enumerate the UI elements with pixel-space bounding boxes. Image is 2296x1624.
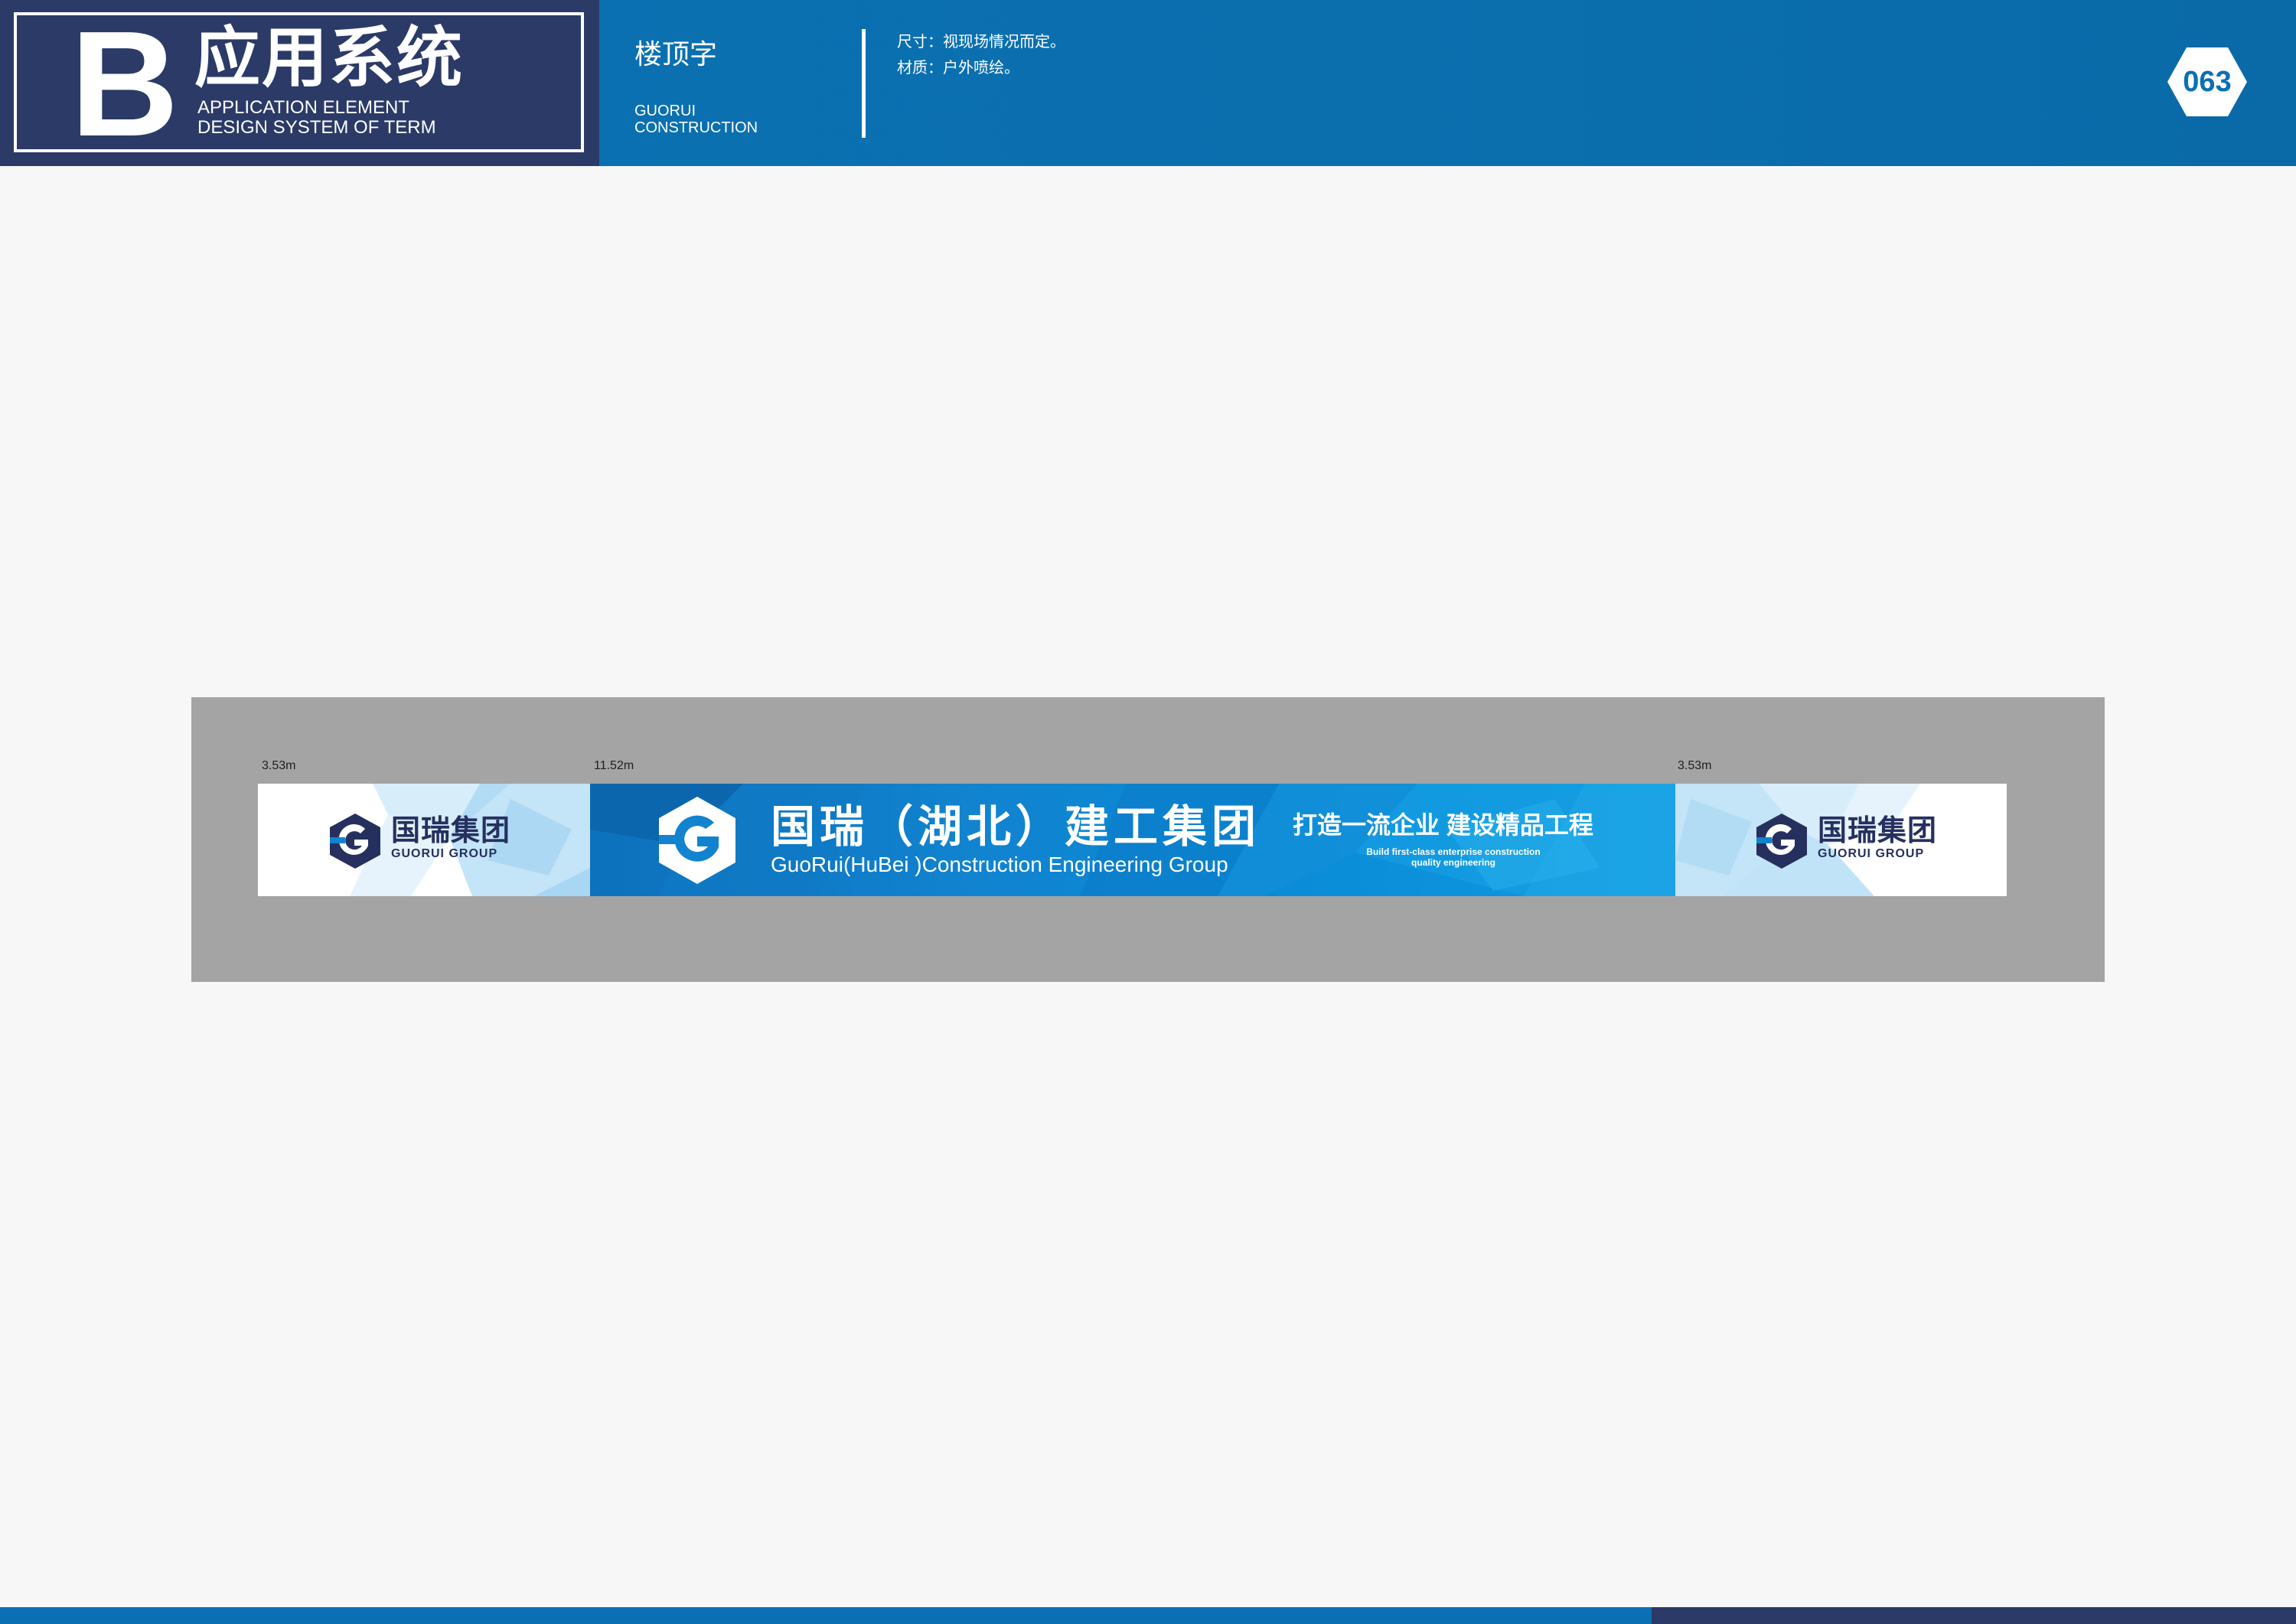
- page-header: B 应用系统 APPLICATION ELEMENT DESIGN SYSTEM…: [0, 0, 2296, 166]
- page-badge: 063: [2166, 46, 2249, 118]
- banner-left-section: 国瑞集团 GUORUI GROUP: [258, 784, 590, 896]
- banner-right-section: 国瑞集团 GUORUI GROUP: [1675, 784, 2007, 896]
- page-number: 063: [2183, 66, 2232, 98]
- hexagon-g-logo-icon: [659, 797, 735, 884]
- slogan: 打造一流企业 建设精品工程: [1293, 811, 1593, 839]
- side-logo-right: 国瑞集团 GUORUI GROUP: [1755, 812, 1946, 870]
- side-logo-subtitle: GUORUI GROUP: [391, 847, 498, 860]
- spec-size: 尺寸：视现场情况而定。: [897, 34, 1065, 51]
- dimension-label-center: 11.52m: [594, 759, 634, 772]
- brand-block: B 应用系统 APPLICATION ELEMENT DESIGN SYSTEM…: [0, 0, 599, 166]
- hexagon-g-logo-icon: [330, 814, 380, 869]
- section-title: 楼顶字: [634, 38, 718, 70]
- banner-center-section: 国瑞（湖北）建工集团 GuoRui(HuBei )Construction En…: [590, 784, 1675, 896]
- section-subtitle-line2: CONSTRUCTION: [634, 119, 758, 136]
- section-subtitle-line1: GUORUI: [634, 103, 696, 119]
- side-logo-left: 国瑞集团 GUORUI GROUP: [328, 812, 520, 870]
- hexagon-g-logo-icon: [1756, 814, 1807, 869]
- brand-title: 应用系统: [194, 21, 464, 95]
- brand-subtitle-line2: DESIGN SYSTEM OF TERM: [197, 117, 436, 138]
- footer-bar-blue: [0, 1607, 1652, 1624]
- slogan-en-line2: quality engineering: [1411, 857, 1495, 868]
- rooftop-sign-banner: 国瑞集团 GUORUI GROUP 国瑞（湖北）建工集团 GuoRui(HuBe…: [258, 784, 2007, 896]
- side-logo-name: 国瑞集团: [1818, 815, 1938, 847]
- side-logo-name: 国瑞集团: [391, 815, 511, 847]
- center-company-name-en: GuoRui(HuBei )Construction Engineering G…: [771, 853, 1228, 876]
- dimension-label-right: 3.53m: [1678, 759, 1712, 772]
- brand-letter: B: [70, 0, 179, 168]
- side-logo-subtitle: GUORUI GROUP: [1818, 847, 1925, 860]
- brand-subtitle-line1: APPLICATION ELEMENT: [197, 97, 409, 118]
- slogan-en-line1: Build first-class enterprise constructio…: [1366, 846, 1541, 857]
- center-company-name: 国瑞（湖北）建工集团: [771, 802, 1261, 852]
- header-divider: [862, 29, 866, 138]
- footer-bar-navy: [1652, 1607, 2296, 1624]
- spec-material: 材质：户外喷绘。: [897, 60, 1019, 77]
- dimension-label-left: 3.53m: [262, 759, 296, 772]
